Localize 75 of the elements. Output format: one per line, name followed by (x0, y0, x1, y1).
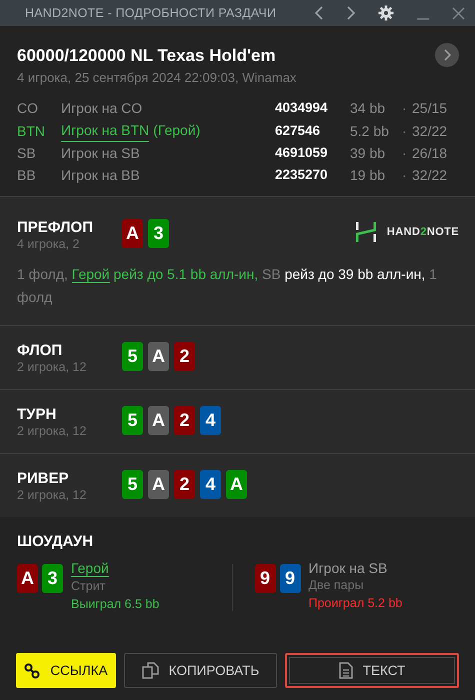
player-stack: 5.2 bb (350, 122, 390, 140)
chain-link-icon (24, 662, 40, 678)
player-name: Игрок на SB (308, 560, 388, 576)
player-name-link[interactable]: Игрок на BTN (61, 119, 150, 142)
playing-card: 3 (148, 219, 169, 248)
player-name-link[interactable]: Игрок на BB (61, 164, 140, 186)
playing-card: 9 (280, 564, 300, 593)
showdown-title: ШОУДАУН (17, 533, 94, 550)
player-id: 627546 (275, 122, 322, 140)
player-stack: 39 bb (350, 144, 386, 163)
link-button[interactable]: ССЫЛКА (16, 653, 116, 688)
separator-dot: · (402, 144, 408, 163)
player-position: BB (17, 166, 37, 185)
playing-card: 4 (200, 406, 221, 435)
player-position: BTN (17, 122, 46, 140)
player-stats: 25/15 (412, 99, 448, 118)
separator-dot: · (402, 122, 408, 140)
settings-icon[interactable] (378, 5, 394, 21)
playing-card: 5 (122, 406, 143, 435)
hero-label: (Герой) (153, 121, 200, 140)
playing-card: 3 (42, 564, 63, 593)
player-stack: 19 bb (350, 166, 386, 185)
result-text: Выиграл 6.5 bb (71, 597, 160, 611)
player-id: 4034994 (275, 99, 329, 117)
action-summary: 1 фолд, Герой рейз до 5.1 bb алл-ин, SB рейз до 39 bb алл-ин, 1 фолд (17, 265, 438, 307)
player-position: CO (17, 99, 39, 118)
hand-rank: Стрит (71, 579, 106, 593)
result-text: Проиграл 5.2 bb (308, 596, 402, 610)
street-name: ПРЕФЛОП (17, 219, 94, 236)
logo-icon (354, 221, 377, 243)
playing-card: A (148, 470, 169, 499)
playing-card: A (122, 219, 143, 248)
player-id: 2235270 (275, 166, 329, 184)
close-icon[interactable] (452, 6, 465, 20)
copy-button[interactable]: КОПИРОВАТЬ (124, 653, 277, 688)
player-id: 4691059 (275, 144, 329, 162)
player-name-link[interactable]: Игрок на CO (61, 97, 142, 119)
playing-card: A (226, 470, 247, 499)
document-icon (338, 662, 353, 679)
playing-card: 2 (174, 406, 195, 435)
separator-dot: · (402, 99, 408, 118)
hand-rank: Две пары (308, 578, 364, 592)
logo-text: HAND2NOTE (386, 226, 459, 238)
playing-card: A (148, 342, 169, 371)
street-info: 2 игрока, 12 (17, 360, 88, 374)
window-title: HAND2NOTE - ПОДРОБНОСТИ РАЗДАЧИ (25, 6, 276, 20)
playing-card: 5 (122, 342, 143, 371)
playing-card: 9 (254, 564, 276, 593)
player-stack: 34 bb (350, 99, 386, 118)
player-stats: 26/18 (412, 144, 448, 163)
playing-card: A (148, 406, 169, 435)
playing-card: A (17, 564, 38, 593)
street-name: РИВЕР (17, 470, 70, 487)
chevron-icon (443, 49, 451, 61)
street-info: 2 игрока, 12 (17, 424, 88, 438)
street-info: 2 игрока, 12 (17, 488, 88, 502)
player-name-link[interactable]: Игрок на SB (61, 142, 140, 164)
playing-card: 5 (122, 470, 143, 499)
next-hand-button[interactable] (435, 43, 459, 67)
playing-card: 2 (174, 470, 195, 499)
playing-card: 2 (174, 342, 195, 371)
hand-title: 60000/120000 NL Texas Hold'em (17, 46, 277, 66)
copy-icon (142, 662, 159, 679)
street-name: ФЛОП (17, 342, 64, 359)
hand-subtitle: 4 игрока, 25 сентября 2024 22:09:03, Winamax (17, 70, 296, 85)
hero-link[interactable]: Герой (72, 266, 110, 283)
player-stats: 32/22 (412, 122, 448, 140)
playing-card: 4 (200, 470, 221, 499)
player-stats: 32/22 (412, 166, 448, 185)
player-position: SB (17, 144, 37, 163)
street-info: 4 игрока, 2 (17, 237, 80, 251)
text-button[interactable]: ТЕКСТ (285, 653, 459, 688)
player-name[interactable]: Герой (71, 560, 109, 577)
separator-dot: · (402, 166, 408, 185)
street-name: ТУРН (17, 406, 58, 423)
